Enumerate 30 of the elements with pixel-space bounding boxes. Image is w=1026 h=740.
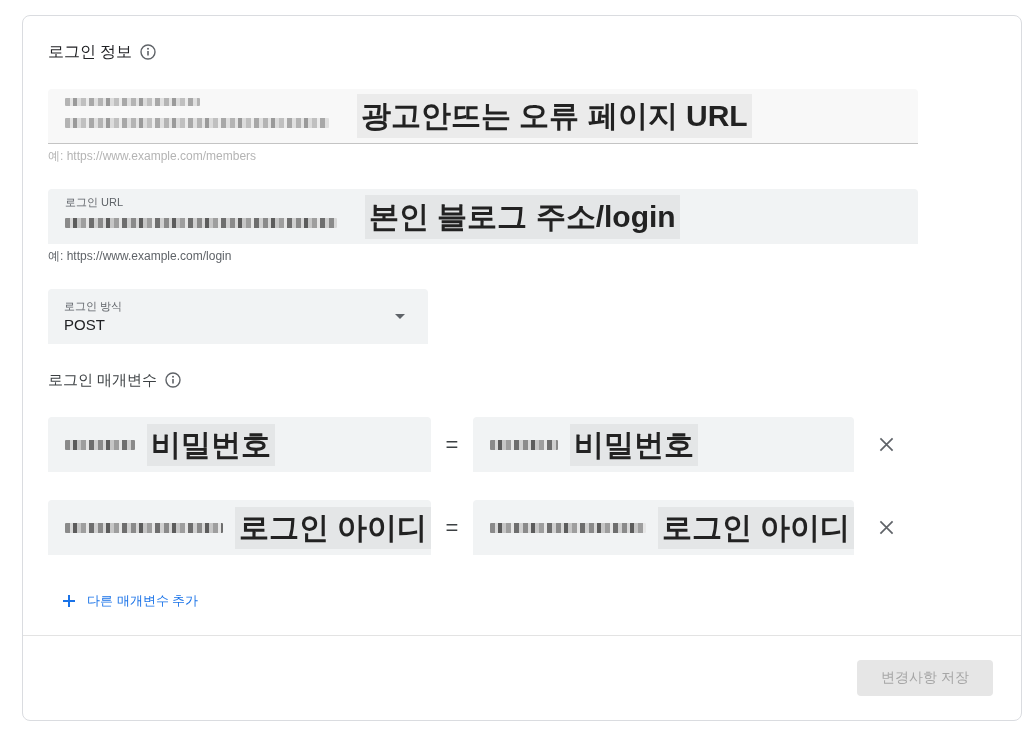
section-title: 로그인 정보 xyxy=(48,42,133,62)
info-icon[interactable] xyxy=(165,372,182,388)
field-label: 로그인 URL xyxy=(65,196,125,209)
section-title: 로그인 매개변수 xyxy=(48,370,158,390)
remove-button[interactable] xyxy=(879,520,894,535)
annotation-label: 로그인 아이디 xyxy=(657,506,854,549)
add-parameter-button[interactable]: 다른 매개변수 추가 xyxy=(48,583,211,619)
parameter-name-field[interactable]: 로그인 아이디 xyxy=(48,500,431,555)
helper-text: 예: https://www.example.com/members xyxy=(48,148,258,164)
equals-sign: = xyxy=(444,431,460,458)
close-icon xyxy=(879,520,894,535)
select-value: POST xyxy=(64,314,106,334)
equals-sign: = xyxy=(444,514,460,541)
annotation-label: 본인 블로그 주소/login xyxy=(365,194,680,239)
annotation-label: 광고안뜨는 오류 페이지 URL xyxy=(357,94,752,138)
close-icon xyxy=(879,437,894,452)
annotation-label: 비밀번호 xyxy=(147,423,275,466)
field-label: 로그인 방식 xyxy=(64,299,123,313)
dropdown-caret-icon xyxy=(395,314,405,319)
info-icon[interactable] xyxy=(140,44,157,60)
helper-text: 예: https://www.example.com/login xyxy=(48,248,233,264)
text-field[interactable]: 로그인 URL 본인 블로그 주소/login xyxy=(48,189,918,244)
parameter-name-field[interactable]: 비밀번호 xyxy=(48,417,431,472)
annotation-label: 로그인 아이디 xyxy=(234,506,431,549)
plus-icon xyxy=(63,595,75,607)
parameter-value-field[interactable]: 로그인 아이디 xyxy=(473,500,854,555)
annotation-label: 비밀번호 xyxy=(570,423,698,466)
parameter-value-field[interactable]: 비밀번호 xyxy=(473,417,854,472)
select-field[interactable]: 로그인 방식 POST xyxy=(48,289,428,344)
remove-button[interactable] xyxy=(879,437,894,452)
